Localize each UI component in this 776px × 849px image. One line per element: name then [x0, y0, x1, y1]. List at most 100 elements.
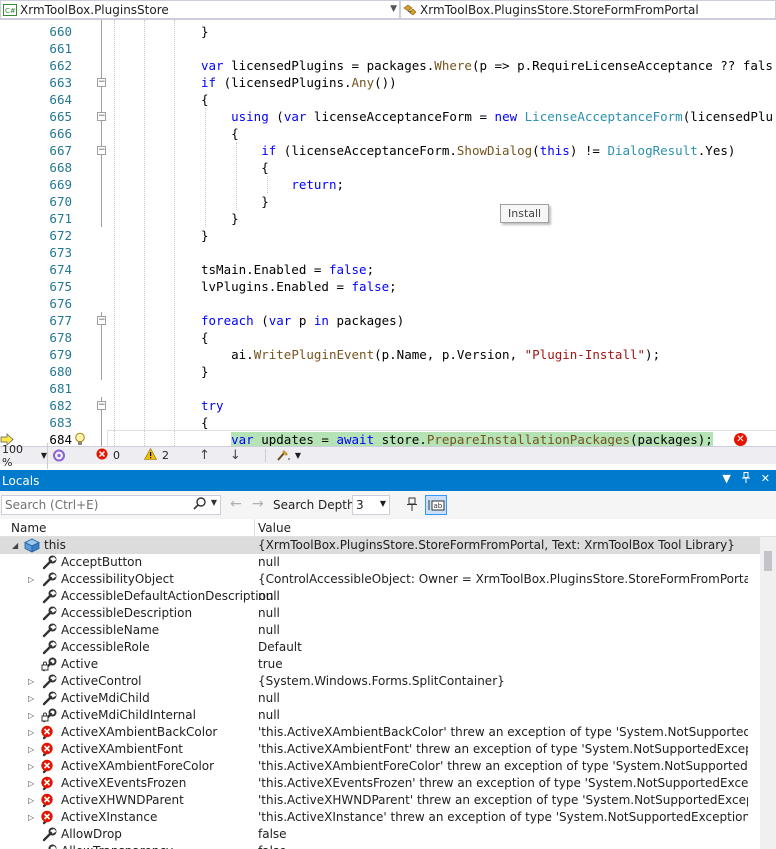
local-value[interactable]: null	[258, 605, 748, 622]
local-value[interactable]: {ControlAccessibleObject: Owner = XrmToo…	[258, 571, 748, 588]
column-header-value[interactable]: Value	[258, 521, 291, 535]
code-line[interactable]: 680}	[0, 363, 776, 380]
local-value[interactable]: 'this.ActiveXAmbientBackColor' threw an …	[258, 724, 748, 741]
local-value[interactable]: {XrmToolBox.PluginsStore.StoreFormFromPo…	[258, 537, 748, 554]
code-line[interactable]: 684 var updates = await store.PrepareIns…	[0, 431, 776, 446]
expand-arrow-icon[interactable]: ▷	[28, 741, 34, 758]
locals-row[interactable]: AccessibleRole Default	[0, 639, 760, 656]
local-value[interactable]: 'this.ActiveXAmbientFont' threw an excep…	[258, 741, 748, 758]
collapse-toggle-icon[interactable]: −	[97, 112, 106, 121]
locals-row[interactable]: AllowDrop false	[0, 826, 760, 843]
zoom-level[interactable]: 100 % ▼	[0, 442, 48, 469]
arrow-up-icon[interactable]: ↑	[199, 448, 210, 463]
locals-row[interactable]: ▷ ActiveXEventsFrozen 'this.ActiveXEventsF…	[0, 775, 760, 792]
code-line[interactable]: 671 }	[0, 210, 776, 227]
pin-icon[interactable]	[741, 472, 751, 486]
code-line[interactable]: 667 if (licenseAcceptanceForm.ShowDialog…	[0, 142, 776, 159]
code-line[interactable]: 677 foreach (var p in packages)	[0, 312, 776, 329]
search-depth-select[interactable]: 3 ▼	[352, 495, 390, 515]
local-value[interactable]: null	[258, 690, 748, 707]
expand-arrow-icon[interactable]: ▷	[28, 758, 34, 775]
chevron-down-icon[interactable]: ▼	[211, 498, 217, 507]
locals-row[interactable]: ▷ ActiveXHWNDParent 'this.ActiveXHWNDParen…	[0, 792, 760, 809]
collapse-toggle-icon[interactable]: −	[97, 146, 106, 155]
code-line[interactable]: 663 if (licensedPlugins.Any())	[0, 74, 776, 91]
locals-row[interactable]: ◢ this {XrmToolBox.PluginsStore.StoreFormF…	[0, 537, 760, 554]
intellicode-icon[interactable]	[52, 449, 66, 462]
expand-arrow-icon[interactable]: ▷	[28, 792, 34, 809]
local-value[interactable]: 'this.ActiveXAmbientForeColor' threw an …	[258, 758, 748, 775]
arrow-down-icon[interactable]: ↓	[230, 448, 241, 463]
search-forward-arrow-icon[interactable]: →	[252, 496, 264, 512]
error-icon[interactable]: ✕	[734, 433, 747, 446]
local-value[interactable]: null	[258, 588, 748, 605]
code-line[interactable]: 675 lvPlugins.Enabled = false;	[0, 278, 776, 295]
code-cleanup-icon[interactable]: ▼	[264, 449, 301, 462]
project-dropdown[interactable]: C# XrmToolBox.PluginsStore ▼	[0, 0, 400, 19]
error-count[interactable]: 0	[96, 448, 120, 463]
column-header-name[interactable]: Name	[11, 521, 46, 535]
locals-row[interactable]: ▷ ActiveXAmbientFont 'this.ActiveXAmbientF…	[0, 741, 760, 758]
vertical-scrollbar[interactable]	[760, 537, 776, 849]
code-line[interactable]: 662 var licensedPlugins = packages.Where(…	[0, 57, 776, 74]
local-value[interactable]: {System.Windows.Forms.SplitContainer}	[258, 673, 748, 690]
code-line[interactable]: 679 ai.WritePluginEvent(p.Name, p.Versio…	[0, 346, 776, 363]
code-line[interactable]: 668 {	[0, 159, 776, 176]
local-value[interactable]: false	[258, 843, 748, 849]
local-value[interactable]: null	[258, 622, 748, 639]
locals-row[interactable]: ▷ ActiveXAmbientBackColor 'this.ActiveXAmb…	[0, 724, 760, 741]
collapse-toggle-icon[interactable]: −	[97, 401, 106, 410]
locals-row[interactable]: Active true	[0, 656, 760, 673]
expand-arrow-icon[interactable]: ▷	[28, 724, 34, 741]
window-position-dropdown-icon[interactable]: ▼	[722, 472, 730, 486]
code-line[interactable]: 678 {	[0, 329, 776, 346]
code-line[interactable]: 669 return;	[0, 176, 776, 193]
expand-arrow-icon[interactable]: ▷	[28, 775, 34, 792]
local-value[interactable]: 'this.ActiveXInstance' threw an exceptio…	[258, 809, 748, 826]
locals-row[interactable]: ▷ AccessibilityObject {ControlAccessibleOb…	[0, 571, 760, 588]
locals-row[interactable]: AcceptButton null	[0, 554, 760, 571]
expand-arrow-icon[interactable]: ▷	[28, 809, 34, 826]
expand-arrow-icon[interactable]: ▷	[28, 707, 34, 724]
code-line[interactable]: 670 }	[0, 193, 776, 210]
locals-row[interactable]: ▷ ActiveControl {System.Windows.Forms.Spli…	[0, 673, 760, 690]
hex-view-toggle-icon[interactable]: ab	[425, 495, 447, 515]
expand-arrow-icon[interactable]: ▷	[28, 690, 34, 707]
locals-row[interactable]: AllowTransparency false	[0, 843, 760, 849]
local-value[interactable]: true	[258, 656, 748, 673]
scrollbar-thumb[interactable]	[764, 551, 772, 571]
expand-arrow-icon[interactable]: ▷	[28, 571, 34, 588]
locals-row[interactable]: ▷ ActiveMdiChildInternal null	[0, 707, 760, 724]
code-line[interactable]: 661	[0, 40, 776, 57]
lightbulb-icon[interactable]	[74, 432, 86, 446]
code-line[interactable]: 683 {	[0, 414, 776, 431]
search-back-arrow-icon[interactable]: ←	[230, 496, 242, 512]
search-input[interactable]: Search (Ctrl+E) ▼	[1, 495, 221, 515]
code-editor[interactable]: 660} 661 662 var licensedPlugins = packages…	[0, 20, 776, 446]
collapse-toggle-icon[interactable]: −	[97, 78, 106, 87]
local-value[interactable]: 'this.ActiveXEventsFrozen' threw an exce…	[258, 775, 748, 792]
locals-row[interactable]: ▷ ActiveMdiChild null	[0, 690, 760, 707]
locals-row[interactable]: ▷ ActiveXAmbientForeColor 'this.ActiveXAmb…	[0, 758, 760, 775]
pin-to-source-icon[interactable]	[404, 497, 420, 516]
local-value[interactable]: null	[258, 554, 748, 571]
code-line[interactable]: 681	[0, 380, 776, 397]
local-value[interactable]: false	[258, 826, 748, 843]
code-line[interactable]: 666 {	[0, 125, 776, 142]
code-line[interactable]: 664 {	[0, 91, 776, 108]
locals-row[interactable]: AccessibleDescription null	[0, 605, 760, 622]
locals-row[interactable]: AccessibleName null	[0, 622, 760, 639]
code-line[interactable]: 665 using (var licenseAcceptanceForm = n…	[0, 108, 776, 125]
column-resize-handle[interactable]	[254, 519, 255, 537]
code-line[interactable]: 660}	[0, 23, 776, 40]
code-line[interactable]: 682 try	[0, 397, 776, 414]
warning-count[interactable]: 2	[143, 447, 169, 463]
code-line[interactable]: 676	[0, 295, 776, 312]
local-value[interactable]: 'this.ActiveXHWNDParent' threw an except…	[258, 792, 748, 809]
collapse-toggle-icon[interactable]: −	[97, 316, 106, 325]
expand-arrow-icon[interactable]: ▷	[28, 673, 34, 690]
member-dropdown[interactable]: XrmToolBox.PluginsStore.StoreFormFromPor…	[400, 0, 776, 19]
code-line[interactable]: 672}	[0, 227, 776, 244]
local-value[interactable]: null	[258, 707, 748, 724]
local-value[interactable]: Default	[258, 639, 748, 656]
